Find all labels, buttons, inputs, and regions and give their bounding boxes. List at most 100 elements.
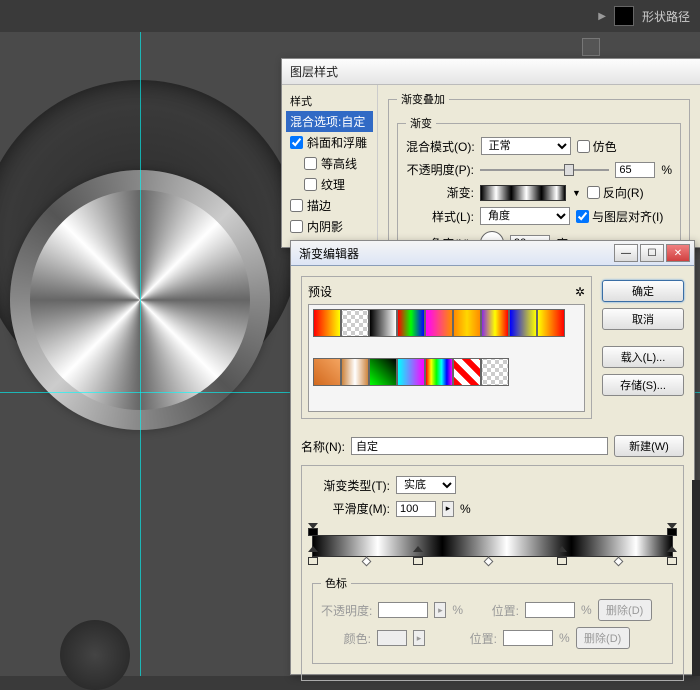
preset-swatch[interactable] — [313, 309, 341, 337]
style-select[interactable]: 角度 — [480, 207, 570, 225]
top-toolbar: ▶ 形状路径 — [0, 0, 700, 32]
maximize-button[interactable]: ☐ — [640, 244, 664, 262]
stop-color-swatch[interactable] — [377, 630, 407, 646]
preset-swatch[interactable] — [341, 309, 369, 337]
delete-opacity-stop-button[interactable]: 删除(D) — [598, 599, 652, 621]
gradient-sub-legend: 渐变 — [406, 115, 436, 131]
stop-color-picker[interactable]: ▸ — [413, 630, 425, 646]
close-button[interactable]: ✕ — [666, 244, 690, 262]
play-icon[interactable]: ▶ — [598, 11, 606, 22]
smoothness-input[interactable] — [396, 501, 436, 517]
preset-swatch-grid[interactable] — [308, 304, 585, 412]
save-button[interactable]: 存储(S)... — [602, 374, 684, 396]
align-checkbox[interactable] — [576, 210, 589, 223]
stops-group: 色标 不透明度: ▸ % 位置: % 删除(D) 颜色: ▸ 位置: — [312, 575, 673, 664]
gear-icon[interactable]: ✲ — [575, 285, 585, 299]
gradient-editor-dialog: 渐变编辑器 — ☐ ✕ 预设 ✲ 确定 取消 载入(L)... — [290, 240, 695, 675]
preset-swatch[interactable] — [425, 358, 453, 386]
color-stop[interactable] — [413, 557, 423, 569]
style-label: 样式(L): — [406, 208, 474, 225]
gradient-type-label: 渐变类型(T): — [312, 477, 390, 494]
cancel-button[interactable]: 取消 — [602, 308, 684, 330]
new-button[interactable]: 新建(W) — [614, 435, 684, 457]
stop-color-label: 颜色: — [321, 630, 371, 647]
midpoint-handle[interactable] — [361, 557, 371, 567]
gradient-properties-group: 渐变类型(T): 实底 平滑度(M): ▸ % — [301, 465, 684, 681]
gradient-type-select[interactable]: 实底 — [396, 476, 456, 494]
gradient-label: 渐变: — [406, 184, 474, 201]
stop-color-location-input[interactable] — [503, 630, 553, 646]
reverse-label: 反向(R) — [603, 184, 644, 201]
small-dial — [60, 620, 130, 690]
stop-color-location-label: 位置: — [447, 630, 497, 647]
gradient-preview[interactable] — [480, 185, 566, 201]
gradient-editor-title: 渐变编辑器 — [299, 245, 359, 262]
preset-swatch[interactable] — [397, 358, 425, 386]
tool-button[interactable] — [582, 38, 600, 56]
color-stop[interactable] — [667, 557, 677, 569]
midpoint-handle[interactable] — [484, 557, 494, 567]
stroke-item[interactable]: 描边 — [286, 195, 373, 216]
preset-swatch[interactable] — [397, 309, 425, 337]
inner-shadow-checkbox[interactable] — [290, 220, 303, 233]
opacity-label: 不透明度(P): — [406, 161, 474, 178]
gradient-bar-editor[interactable] — [312, 535, 673, 557]
ok-button[interactable]: 确定 — [602, 280, 684, 302]
opacity-slider[interactable] — [480, 169, 609, 171]
guide-vertical — [140, 0, 141, 676]
bevel-item[interactable]: 斜面和浮雕 — [286, 132, 373, 153]
opacity-input[interactable] — [615, 162, 655, 178]
midpoint-handle[interactable] — [614, 557, 624, 567]
name-label: 名称(N): — [301, 438, 345, 455]
preset-swatch[interactable] — [313, 358, 341, 386]
stop-opacity-label: 不透明度: — [321, 602, 372, 619]
blend-mode-label: 混合模式(O): — [406, 138, 475, 155]
dither-label: 仿色 — [593, 138, 617, 155]
inner-shadow-item[interactable]: 内阴影 — [286, 216, 373, 237]
blending-options-item[interactable]: 混合选项:自定 — [286, 111, 373, 132]
preset-swatch[interactable] — [481, 309, 509, 337]
gradient-bar[interactable] — [312, 535, 673, 557]
opacity-stop[interactable] — [667, 523, 677, 535]
preset-swatch[interactable] — [453, 358, 481, 386]
layer-style-titlebar[interactable]: 图层样式 — [282, 59, 700, 85]
preset-swatch[interactable] — [453, 309, 481, 337]
minimize-button[interactable]: — — [614, 244, 638, 262]
texture-item[interactable]: 纹理 — [286, 174, 373, 195]
gradient-editor-titlebar[interactable]: 渐变编辑器 — ☐ ✕ — [291, 241, 694, 266]
color-stop[interactable] — [557, 557, 567, 569]
texture-checkbox[interactable] — [304, 178, 317, 191]
preset-swatch[interactable] — [537, 309, 565, 337]
preset-swatch[interactable] — [369, 358, 397, 386]
percent-label-2: % — [460, 502, 471, 516]
stop-opacity-stepper[interactable]: ▸ — [434, 602, 446, 618]
stroke-checkbox[interactable] — [290, 199, 303, 212]
styles-header[interactable]: 样式 — [286, 91, 373, 111]
presets-label: 预设 — [308, 283, 332, 300]
delete-color-stop-button[interactable]: 删除(D) — [576, 627, 630, 649]
name-input[interactable] — [351, 437, 608, 455]
layer-style-dialog: 图层样式 样式 混合选项:自定 斜面和浮雕 等高线 纹理 描边 内阴影 内发光 … — [281, 58, 700, 248]
preset-swatch[interactable] — [509, 309, 537, 337]
preset-swatch[interactable] — [369, 309, 397, 337]
contour-item[interactable]: 等高线 — [286, 153, 373, 174]
stop-location-input[interactable] — [525, 602, 575, 618]
preset-swatch[interactable] — [341, 358, 369, 386]
preset-swatch[interactable] — [481, 358, 509, 386]
color-stop[interactable] — [308, 557, 318, 569]
blend-mode-select[interactable]: 正常 — [481, 137, 571, 155]
preset-swatch[interactable] — [425, 309, 453, 337]
dither-checkbox[interactable] — [577, 140, 590, 153]
contour-checkbox[interactable] — [304, 157, 317, 170]
bevel-checkbox[interactable] — [290, 136, 303, 149]
stop-opacity-input[interactable] — [378, 602, 428, 618]
smoothness-stepper[interactable]: ▸ — [442, 501, 454, 517]
color-swatch[interactable] — [614, 6, 634, 26]
styles-list: 样式 混合选项:自定 斜面和浮雕 等高线 纹理 描边 内阴影 内发光 — [282, 85, 378, 249]
load-button[interactable]: 载入(L)... — [602, 346, 684, 368]
opacity-stop[interactable] — [308, 523, 318, 535]
shape-path-label: 形状路径 — [642, 8, 690, 25]
reverse-checkbox[interactable] — [587, 186, 600, 199]
percent-label: % — [661, 163, 672, 177]
dropdown-arrow-icon[interactable]: ▼ — [572, 188, 581, 198]
